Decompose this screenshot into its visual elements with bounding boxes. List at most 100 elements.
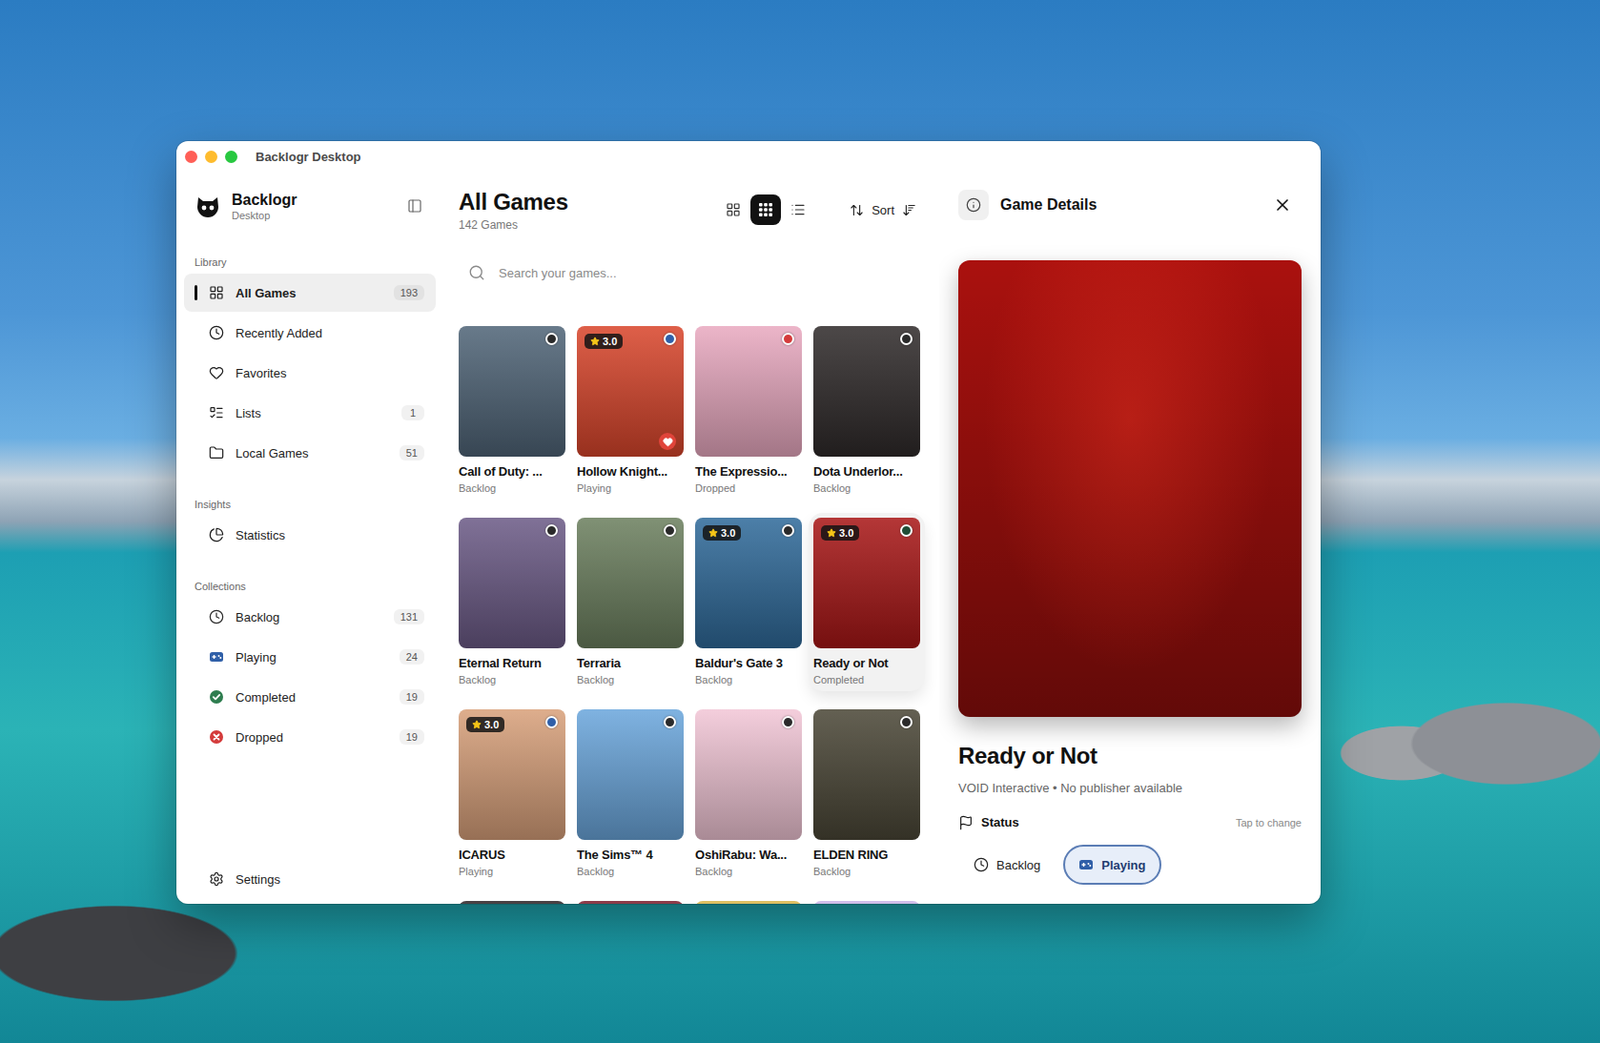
sidebar-item[interactable]: All Games193 [184,273,436,312]
game-title: The Sims™ 4 [576,847,684,863]
rating-badge: 3.0 [466,717,505,733]
game-title: Hollow Knight... [576,464,684,480]
status-label: Status [981,813,1020,833]
rating-badge: 3.0 [820,525,860,541]
sidebar-item[interactable]: Backlog131 [184,597,436,636]
sidebar-item-label: Completed [235,690,296,705]
x-circle-icon [208,729,225,745]
game-card[interactable]: TerrariaBacklog [576,517,684,687]
status-dot[interactable] [900,716,913,729]
sidebar-item[interactable]: Lists1 [184,393,436,432]
clock-icon [208,609,225,625]
sidebar-item[interactable]: Statistics [184,515,436,554]
status-dot[interactable] [781,524,795,537]
clock-icon [208,325,225,341]
title-bar: Backlogr Desktop [176,141,1321,172]
sidebar-item[interactable]: Local Games51 [184,433,436,472]
game-card[interactable]: ELDEN RINGBacklog [813,709,921,879]
toolbar: Sort [717,194,924,226]
game-card[interactable] [576,901,684,904]
status-chip[interactable]: Backlog [958,844,1056,885]
minimize-light[interactable] [205,150,218,164]
sidebar-item-label: All Games [235,286,297,301]
game-card[interactable]: 3.0Ready or NotCompleted [813,517,921,687]
game-cover [695,326,802,457]
star-icon [590,336,600,347]
game-card[interactable]: OshiRabu: Wa...Backlog [695,709,802,879]
status-dot[interactable] [663,716,677,729]
game-card[interactable]: 3.0 Hollow Knight...Playing [576,326,684,495]
logo-icon [193,191,223,221]
rating-badge: 3.0 [584,333,623,349]
sidebar-item-label: Settings [235,872,281,887]
view-button[interactable] [750,194,781,226]
game-title: Dota Underlor... [813,464,921,480]
title-block: All Games142 Games [458,188,569,233]
game-title: Eternal Return [458,656,566,672]
search-field[interactable]: Search your games... [458,253,924,292]
sidebar-item[interactable]: Favorites [184,353,436,392]
settings-item[interactable]: Settings [184,860,436,899]
status-chips: BacklogPlaying [958,844,1302,885]
status-dot[interactable] [545,524,558,537]
sort-button[interactable]: Sort [841,194,924,226]
sidebar-item[interactable]: Playing24 [184,637,436,677]
grid-small-icon [758,202,774,218]
game-status: Completed [813,673,921,687]
status-dot[interactable] [663,524,677,537]
game-grid: Call of Duty: ...Backlog 3.0 Hollow Knight… [458,326,924,904]
game-card[interactable]: Dota Underlor...Backlog [813,326,921,495]
folder-icon [208,445,225,461]
status-dot[interactable] [900,332,913,346]
game-card[interactable]: The Sims™ 4Backlog [576,709,684,879]
sidebar-header: BacklogrDesktop [184,184,436,227]
app-subtitle: Desktop [231,208,297,223]
game-cover [813,709,921,841]
details-panel: Game DetailsReady or NotVOID Interactive… [939,171,1321,904]
view-button[interactable] [717,194,749,226]
game-card[interactable]: 3.0Baldur's Gate 3Backlog [695,517,802,687]
game-card[interactable] [695,901,802,904]
sidebar-item-label: Lists [235,406,262,421]
game-card[interactable]: Eternal ReturnBacklog [458,517,566,687]
game-title: OshiRabu: Wa... [695,847,802,863]
close-light[interactable] [184,150,198,164]
view-button[interactable] [782,194,814,226]
flag-icon [958,815,974,831]
details-title: Game Details [1000,196,1097,214]
sidebar-section: LibraryAll Games193Recently AddedFavorit… [184,252,436,474]
status-dot[interactable] [781,332,795,346]
game-title: The Expressio... [695,464,802,480]
game-card[interactable]: The Expressio...Dropped [695,326,802,495]
status-dot[interactable] [545,716,558,729]
status-dot[interactable] [781,716,795,729]
gear-icon [208,871,225,887]
star-icon [708,528,718,538]
sidebar-item[interactable]: Recently Added [184,313,436,352]
status-dot[interactable] [545,332,558,346]
status-dot[interactable] [663,332,677,346]
sidebar-item[interactable]: Dropped19 [184,717,436,757]
game-count: 142 Games [458,217,569,233]
zoom-light[interactable] [225,150,238,164]
status-dot[interactable] [900,524,913,537]
game-status: Playing [576,481,684,495]
sidebar-item[interactable]: Completed19 [184,677,436,717]
game-status: Backlog [813,481,921,495]
game-card[interactable]: Call of Duty: ...Backlog [458,326,566,495]
close-button[interactable] [1269,191,1296,219]
heart-icon [662,436,674,448]
page-title: All Games [458,188,569,216]
game-cover [458,517,566,649]
collapse-button[interactable] [401,192,429,220]
game-card[interactable] [458,901,566,904]
active-indicator [194,285,198,301]
game-card[interactable]: 3.0ICARUSPlaying [458,709,566,879]
game-card[interactable] [813,901,921,904]
star-icon [471,719,482,730]
status-chip[interactable]: Playing [1063,844,1161,885]
check-circle-icon [208,689,225,705]
